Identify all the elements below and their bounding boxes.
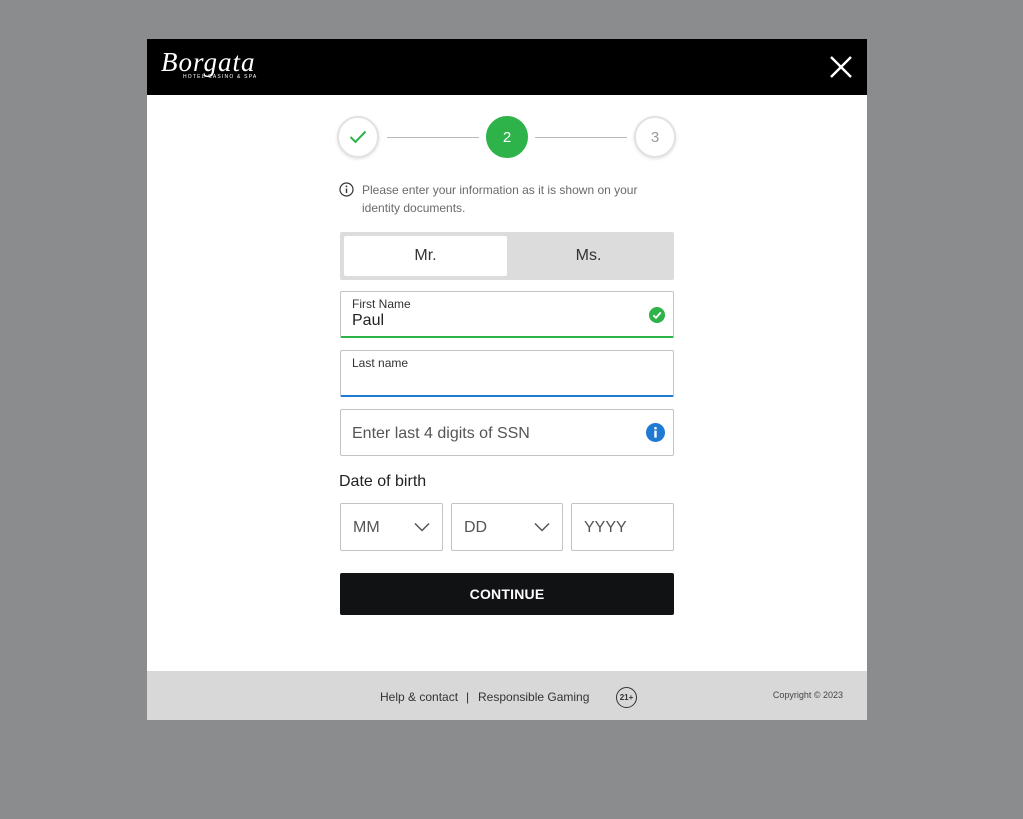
copyright-text: Copyright © 2023 <box>772 690 843 700</box>
info-outline-icon <box>339 182 354 197</box>
title-option-ms[interactable]: Ms. <box>507 236 670 276</box>
close-button[interactable] <box>829 55 853 79</box>
dob-year-placeholder: YYYY <box>584 519 627 536</box>
step-connector <box>535 137 627 138</box>
dob-year-input[interactable]: YYYY <box>571 503 674 551</box>
footer-separator: | <box>466 690 470 704</box>
first-name-label: First Name <box>352 297 411 311</box>
continue-button[interactable]: CONTINUE <box>340 573 674 615</box>
valid-check-icon <box>649 307 665 323</box>
step-1-completed <box>337 116 379 158</box>
modal-header: Borgata HOTEL CASINO & SPA <box>147 39 867 95</box>
responsible-gaming-link[interactable]: Responsible Gaming <box>478 690 589 704</box>
logo-subtitle: HOTEL CASINO & SPA <box>183 74 258 80</box>
borgata-logo: Borgata HOTEL CASINO & SPA <box>161 47 271 87</box>
info-text: Please enter your information as it is s… <box>362 183 638 215</box>
close-icon <box>830 56 852 78</box>
dob-label: Date of birth <box>339 473 427 490</box>
dob-month-value: MM <box>353 519 380 536</box>
first-name-field[interactable]: First Name Paul <box>340 291 674 338</box>
title-option-mr[interactable]: Mr. <box>344 236 507 276</box>
title-toggle: Mr. Ms. <box>340 232 674 280</box>
dob-month-select[interactable]: MM <box>340 503 443 551</box>
age-21-badge: 21+ <box>616 687 637 708</box>
first-name-value: Paul <box>352 312 385 329</box>
dob-day-select[interactable]: DD <box>451 503 563 551</box>
last-name-label: Last name <box>352 356 409 370</box>
step-connector <box>387 137 479 138</box>
step-2-active: 2 <box>486 116 528 158</box>
ssn-field[interactable]: Enter last 4 digits of SSN <box>340 409 674 456</box>
last-name-field[interactable]: Last name <box>340 350 674 397</box>
ssn-placeholder: Enter last 4 digits of SSN <box>352 425 530 442</box>
modal-footer: Help & contact | Responsible Gaming 21+ … <box>147 671 867 720</box>
chevron-down-icon <box>534 522 550 532</box>
help-contact-link[interactable]: Help & contact <box>380 690 458 704</box>
chevron-down-icon <box>414 522 430 532</box>
registration-modal: Borgata HOTEL CASINO & SPA 2 3 Please en… <box>147 39 867 720</box>
dob-day-value: DD <box>464 519 488 536</box>
checkmark-icon <box>349 130 367 144</box>
ssn-info-icon[interactable] <box>646 423 665 442</box>
step-3-pending: 3 <box>634 116 676 158</box>
